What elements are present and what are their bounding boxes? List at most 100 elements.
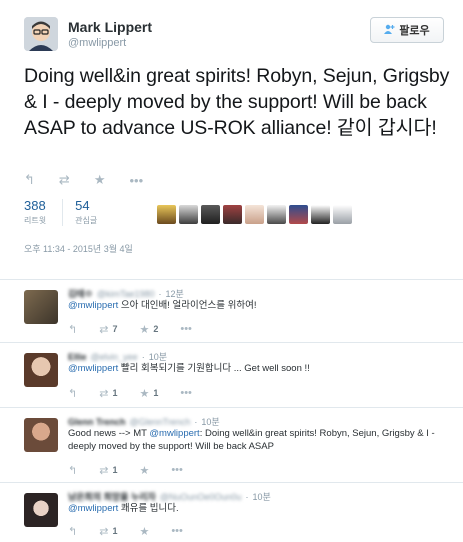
favoriter-avatar[interactable] bbox=[157, 205, 176, 224]
author-avatar[interactable] bbox=[24, 17, 58, 51]
reply-button[interactable]: ↰ bbox=[24, 172, 35, 188]
favorite-count: 1 bbox=[153, 388, 159, 398]
favorite-count: 54 bbox=[75, 198, 90, 213]
more-button[interactable]: ••• bbox=[129, 173, 143, 188]
tweet-text: Doing well&in great spirits! Robyn, Seju… bbox=[24, 65, 450, 139]
favorite-button[interactable]: ★ bbox=[94, 172, 106, 188]
reply-tweet[interactable]: Ellie @elvin_yee · 10분 @mwlippert 빨리 회복되… bbox=[0, 344, 463, 408]
author-handle[interactable]: @mwlippert bbox=[68, 37, 126, 49]
retweet-icon: ⇄ bbox=[99, 387, 109, 400]
more-dots-icon: ••• bbox=[171, 525, 183, 537]
retweet-icon: ⇄ bbox=[99, 525, 109, 538]
retweet-count: 388 bbox=[24, 198, 46, 213]
retweet-button[interactable]: ⇄ 1 bbox=[99, 464, 117, 477]
reply-author-handle[interactable]: @kimTae1980 bbox=[97, 289, 155, 299]
retweet-button[interactable]: ⇄ 7 bbox=[99, 323, 117, 336]
reply-body: 으아 대인배! 얼라이언스를 위하여! bbox=[118, 300, 257, 311]
reply-tweet[interactable]: 김태ㅇ @kimTae1980 · 12분 @mwlippert 으아 대인배!… bbox=[0, 281, 463, 343]
reply-actions: ↰ ⇄ 1 ★ 1 ••• bbox=[68, 386, 192, 400]
separator-dot: · bbox=[158, 288, 162, 299]
reply-prefix: Good news --> MT bbox=[68, 428, 150, 439]
reply-author-name[interactable]: Glenn Trench bbox=[68, 417, 126, 427]
reply-author-handle[interactable]: @GlennTrench bbox=[130, 417, 191, 427]
more-dots-icon: ••• bbox=[180, 323, 192, 335]
favorite-button[interactable]: ★ bbox=[139, 525, 149, 538]
favorite-button[interactable]: ★ 2 bbox=[139, 323, 158, 336]
separator-dot: · bbox=[194, 416, 198, 427]
reply-arrow-icon: ↰ bbox=[24, 172, 35, 187]
favoriters-avatars bbox=[157, 205, 352, 224]
retweet-count: 7 bbox=[112, 324, 118, 334]
favoriter-avatar[interactable] bbox=[245, 205, 264, 224]
favorite-button[interactable]: ★ 1 bbox=[139, 387, 158, 400]
retweet-count: 1 bbox=[112, 388, 118, 398]
retweet-button[interactable]: ⇄ bbox=[59, 172, 70, 188]
tweet-stats: 388 리트윗 54 관심글 bbox=[24, 199, 113, 227]
favoriter-avatar[interactable] bbox=[179, 205, 198, 224]
star-icon: ★ bbox=[139, 323, 150, 336]
favoriter-avatar[interactable] bbox=[333, 205, 352, 224]
retweet-icon: ⇄ bbox=[58, 172, 70, 187]
favorite-count: 2 bbox=[153, 324, 159, 334]
retweet-stat[interactable]: 388 리트윗 bbox=[24, 199, 62, 226]
reply-tweet[interactable]: Glenn Trench @GlennTrench · 10분 Good new… bbox=[0, 409, 463, 483]
reply-button[interactable]: ↰ bbox=[68, 525, 77, 538]
mention-link[interactable]: @mwlippert bbox=[68, 503, 118, 514]
author-name[interactable]: Mark Lippert bbox=[68, 19, 152, 35]
follow-label: 팔로우 bbox=[399, 25, 430, 37]
separator-dot: · bbox=[245, 491, 249, 502]
avatar[interactable] bbox=[24, 493, 58, 527]
reply-button[interactable]: ↰ bbox=[68, 464, 77, 477]
favorite-label: 관심글 bbox=[75, 216, 98, 225]
more-button[interactable]: ••• bbox=[171, 464, 183, 476]
reply-text: @mwlippert 으아 대인배! 얼라이언스를 위하여! bbox=[68, 299, 452, 312]
avatar[interactable] bbox=[24, 418, 58, 452]
favorite-button[interactable]: ★ bbox=[139, 464, 149, 477]
favorite-stat[interactable]: 54 관심글 bbox=[62, 199, 113, 226]
retweet-icon: ⇄ bbox=[99, 464, 109, 477]
favoriter-avatar[interactable] bbox=[289, 205, 308, 224]
reply-text: @mwlippert 쾌유를 빕니다. bbox=[68, 502, 452, 515]
more-dots-icon: ••• bbox=[129, 172, 144, 188]
avatar[interactable] bbox=[24, 290, 58, 324]
mention-link[interactable]: @mwlippert bbox=[68, 363, 118, 374]
favoriter-avatar[interactable] bbox=[267, 205, 286, 224]
mention-link[interactable]: @mwlippert bbox=[68, 300, 118, 311]
reply-author-handle[interactable]: @NuOunOe0Oun0u bbox=[160, 492, 242, 502]
star-icon: ★ bbox=[139, 387, 150, 400]
reply-button[interactable]: ↰ bbox=[68, 387, 77, 400]
retweet-count: 1 bbox=[112, 465, 118, 475]
main-tweet: Mark Lippert @mwlippert 팔로우 Doing well&i… bbox=[0, 0, 463, 280]
reply-author-name[interactable]: Ellie bbox=[68, 352, 87, 362]
reply-button[interactable]: ↰ bbox=[68, 323, 77, 336]
reply-body: 빨리 회복되기를 기원합니다 ... Get well soon !! bbox=[118, 363, 310, 374]
reply-actions: ↰ ⇄ 1 ★ ••• bbox=[68, 463, 183, 477]
add-user-icon bbox=[384, 24, 395, 37]
retweet-icon: ⇄ bbox=[99, 323, 109, 336]
reply-actions: ↰ ⇄ 7 ★ 2 ••• bbox=[68, 322, 192, 336]
tweet-timestamp[interactable]: 오후 11:34 - 2015년 3월 4일 bbox=[24, 242, 133, 255]
retweet-count: 1 bbox=[112, 526, 118, 536]
follow-button[interactable]: 팔로우 bbox=[370, 17, 444, 43]
avatar[interactable] bbox=[24, 353, 58, 387]
more-dots-icon: ••• bbox=[171, 464, 183, 476]
reply-body: 쾌유를 빕니다. bbox=[118, 503, 179, 514]
retweet-button[interactable]: ⇄ 1 bbox=[99, 525, 117, 538]
favoriter-avatar[interactable] bbox=[311, 205, 330, 224]
retweet-button[interactable]: ⇄ 1 bbox=[99, 387, 117, 400]
reply-arrow-icon: ↰ bbox=[68, 464, 78, 477]
more-dots-icon: ••• bbox=[180, 387, 192, 399]
mention-link[interactable]: @mwlippert bbox=[149, 428, 199, 439]
reply-author-handle[interactable]: @elvin_yee bbox=[91, 352, 138, 362]
reply-text: Good news --> MT @mwlippert: Doing well&… bbox=[68, 427, 452, 453]
reply-arrow-icon: ↰ bbox=[68, 387, 78, 400]
reply-arrow-icon: ↰ bbox=[68, 323, 78, 336]
reply-tweet[interactable]: 남은희의 희망을 누리자 @NuOunOe0Oun0u · 10분 @mwlip… bbox=[0, 484, 463, 542]
reply-arrow-icon: ↰ bbox=[68, 525, 78, 538]
retweet-label: 리트윗 bbox=[24, 216, 47, 225]
favoriter-avatar[interactable] bbox=[223, 205, 242, 224]
more-button[interactable]: ••• bbox=[171, 525, 183, 537]
more-button[interactable]: ••• bbox=[180, 323, 192, 335]
more-button[interactable]: ••• bbox=[180, 387, 192, 399]
favoriter-avatar[interactable] bbox=[201, 205, 220, 224]
